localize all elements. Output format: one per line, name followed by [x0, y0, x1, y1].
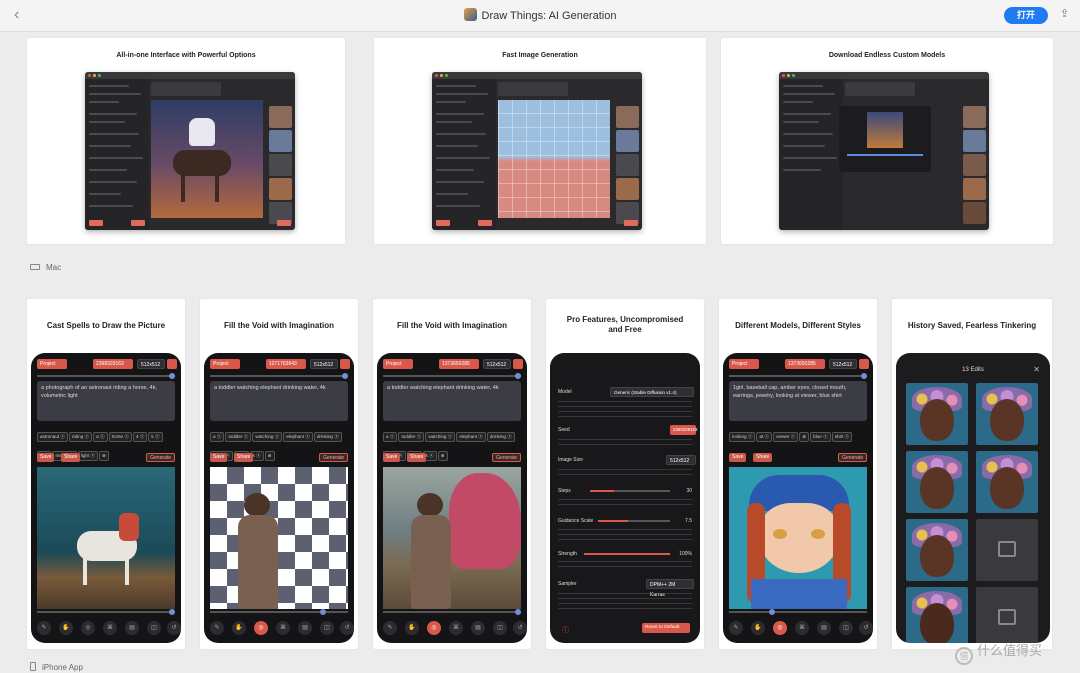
- card-title: Fill the Void with Imagination: [396, 321, 508, 330]
- prompt-tag[interactable]: 4 ⓧ: [132, 432, 148, 442]
- card-title: History Saved, Fearless Tinkering: [907, 321, 1037, 330]
- prompt-tag[interactable]: riding ⓧ: [69, 432, 93, 442]
- iphone-card-3[interactable]: Fill the Void with Imagination Project 1…: [372, 298, 532, 650]
- prompt-tag[interactable]: shirt ⓧ: [831, 432, 853, 442]
- card-title: Fill the Void with Imagination: [223, 321, 335, 330]
- reset-button[interactable]: Reset to Default: [642, 623, 690, 633]
- prompt-tag[interactable]: watching ⓧ: [425, 432, 456, 442]
- prompt-tag[interactable]: toddler ⓧ: [398, 432, 425, 442]
- prompt-tag[interactable]: horse ⓧ: [108, 432, 132, 442]
- prompt-tag[interactable]: looking ⓧ: [729, 432, 756, 442]
- mac-card-3[interactable]: Download Endless Custom Models: [720, 37, 1054, 245]
- open-button[interactable]: 打开: [1004, 7, 1048, 24]
- iphone-card-2[interactable]: Fill the Void with Imagination Project 1…: [199, 298, 359, 650]
- phone-screenshot: Model Generic (Stable Diffusion v1.4) See…: [550, 353, 700, 643]
- iphone-card-1[interactable]: Cast Spells to Draw the Picture Project …: [26, 298, 186, 650]
- prompt-tag[interactable]: viewer ⓧ: [773, 432, 799, 442]
- image-placeholder-icon: [976, 587, 1038, 643]
- info-icon[interactable]: ⓘ: [562, 625, 569, 635]
- close-icon[interactable]: ✕: [1033, 365, 1040, 374]
- prompt-tag[interactable]: blue ⓧ: [810, 432, 831, 442]
- mac-section-label: Mac: [30, 263, 61, 272]
- iphone-card-6[interactable]: History Saved, Fearless Tinkering 13 Edi…: [891, 298, 1053, 650]
- window-title-text: Draw Things: AI Generation: [481, 10, 617, 22]
- iphone-card-5[interactable]: Different Models, Different Styles Proje…: [718, 298, 878, 650]
- prompt-tag[interactable]: a ⓧ: [93, 432, 108, 442]
- card-title: Pro Features, Uncompromised and Free: [566, 315, 684, 334]
- window-title: Draw Things: AI Generation: [0, 8, 1080, 22]
- prompt-tag[interactable]: toddler ⓧ: [225, 432, 252, 442]
- laptop-icon: [30, 264, 40, 270]
- mac-card-1[interactable]: All-in-one Interface with Powerful Optio…: [26, 37, 346, 245]
- card-title: All-in-one Interface with Powerful Optio…: [116, 52, 256, 59]
- prompt-tag[interactable]: watching ⓧ: [252, 432, 283, 442]
- phone-screenshot: Project 1373650285 512x512 a toddler wat…: [377, 353, 527, 643]
- phone-screenshot: Project 1271763643 512x512 a toddler wat…: [204, 353, 354, 643]
- mac-screenshot: [779, 72, 989, 230]
- share-icon[interactable]: ⇪: [1060, 7, 1069, 20]
- edits-count: 13 Edits: [962, 367, 984, 373]
- prompt-tag[interactable]: at ⓧ: [756, 432, 773, 442]
- watermark: 值什么值得买: [955, 640, 1042, 665]
- prompt-tag[interactable]: a ⓧ: [383, 432, 398, 442]
- phone-screenshot: Project 2398329163 512x512 a photograph …: [31, 353, 181, 643]
- prompt-tag[interactable]: astronaut ⓧ: [37, 432, 69, 442]
- app-icon: [463, 8, 477, 21]
- card-title: Cast Spells to Draw the Picture: [46, 321, 166, 330]
- prompt-tag[interactable]: ⊕: [799, 432, 810, 442]
- prompt-tag[interactable]: drinking ⓧ: [486, 432, 515, 442]
- mac-screenshot: [85, 72, 295, 230]
- prompt-tag[interactable]: k ⓧ: [148, 432, 163, 442]
- phone-icon: [30, 662, 36, 671]
- mac-screenshot: [432, 72, 642, 230]
- prompt-tag[interactable]: elephant ⓧ: [283, 432, 313, 442]
- card-title: Different Models, Different Styles: [735, 321, 861, 330]
- card-title: Download Endless Custom Models: [828, 52, 946, 59]
- phone-screenshot: Project 1373650285 512x512 1girl, baseba…: [723, 353, 873, 643]
- prompt-tag[interactable]: a ⓧ: [210, 432, 225, 442]
- prompt-tag[interactable]: elephant ⓧ: [456, 432, 486, 442]
- mac-card-2[interactable]: Fast Image Generation: [373, 37, 707, 245]
- iphone-section-label: iPhone App: [30, 662, 83, 672]
- window-titlebar: ‹ Draw Things: AI Generation 打开 ⇪: [0, 0, 1080, 32]
- phone-screenshot: 13 Edits ✕: [896, 353, 1050, 643]
- image-placeholder-icon: [976, 519, 1038, 581]
- iphone-card-4[interactable]: Pro Features, Uncompromised and Free Mod…: [545, 298, 705, 650]
- card-title: Fast Image Generation: [502, 52, 578, 59]
- prompt-tag[interactable]: drinking ⓧ: [313, 432, 342, 442]
